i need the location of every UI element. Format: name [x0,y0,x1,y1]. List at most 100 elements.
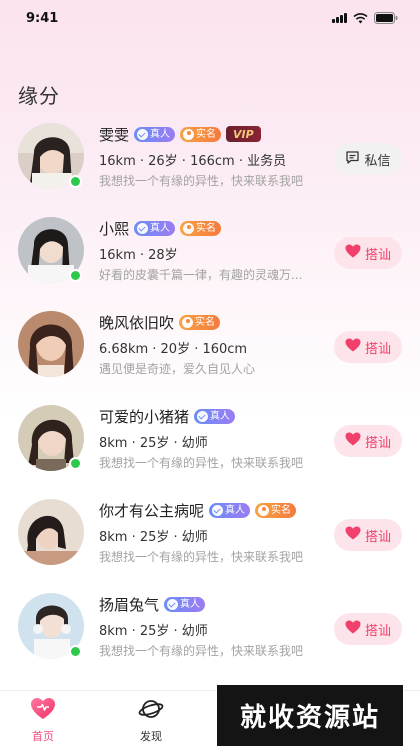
user-meta: 8km · 25岁 · 幼师 [99,624,208,639]
online-status-dot [69,175,82,188]
greet-button[interactable]: 搭讪 [334,519,402,551]
list-item[interactable]: 可爱的小猪猪 真人 8km · 25岁 · 幼师 我想找一个有缘的异性，快来联系我吧 搭… [0,400,420,494]
wifi-icon [353,12,368,24]
planet-icon [138,697,164,724]
badge-label: 真人 [150,128,171,140]
user-name: 可爱的小猪猪 [99,407,190,426]
avatar[interactable] [18,123,84,189]
user-name: 雯雯 [99,125,130,144]
list-item[interactable]: 小熙 真人 实名 16km · 28岁好看的皮囊千篇一律，有趣的灵魂万... 搭讪 [0,212,420,306]
user-name: 晚风依旧吹 [99,313,175,332]
action-label: 搭讪 [364,341,391,357]
name-line: 扬眉兔气 真人 [99,592,335,616]
person-icon [182,316,194,328]
heart-icon [345,526,361,544]
avatar[interactable] [18,217,84,283]
tab-home-label: 首页 [32,730,54,743]
user-bio: 我想找一个有缘的异性，快来联系我吧 [99,644,304,658]
user-info: 扬眉兔气 真人 8km · 25岁 · 幼师我想找一个有缘的异性，快来联系我吧 [99,592,335,659]
avatar-image [18,311,84,377]
verified-real-badge: 真人 [134,126,176,142]
watermark: 就收资源站 [217,685,403,746]
greet-button[interactable]: 搭讪 [334,331,402,363]
name-line: 小熙 真人 实名 [99,216,335,240]
name-line: 雯雯 真人 实名 VIP [99,122,335,146]
check-icon [212,504,224,516]
page-title: 缘分 [18,84,60,108]
status-time: 9:41 [26,10,59,26]
verified-real-badge: 真人 [209,502,251,518]
check-icon [167,598,179,610]
list-item[interactable]: 雯雯 真人 实名 VIP 16km · 26岁 · 166cm · 业务员我想找一个有缘… [0,118,420,212]
tab-home[interactable]: 首页 [8,697,78,744]
tab-discover[interactable]: 发现 [116,697,186,744]
user-meta: 8km · 25岁 · 幼师 [99,436,208,451]
user-list: 雯雯 真人 实名 VIP 16km · 26岁 · 166cm · 业务员 我想找一个有缘… [0,118,420,682]
badge-label: 实名 [196,128,217,140]
person-icon [258,504,270,516]
verified-name-badge: 实名 [255,502,297,518]
badge-label: 真人 [180,598,201,610]
badge-label: 实名 [195,316,216,328]
badge-label: 真人 [150,222,171,234]
user-name: 扬眉兔气 [99,595,160,614]
greet-button[interactable]: 搭讪 [334,237,402,269]
avatar[interactable] [18,311,84,377]
user-bio: 遇见便是奇迹，爱久自见人心 [99,362,256,376]
heart-icon [345,338,361,356]
avatar-image [18,499,84,565]
name-line: 你才有公主病呢 真人 实名 [99,498,335,522]
greet-button[interactable]: 搭讪 [334,425,402,457]
person-icon [183,128,195,140]
user-meta: 16km · 28岁 [99,248,178,263]
online-status-dot [69,269,82,282]
verified-real-badge: 真人 [134,220,176,236]
user-bio: 好看的皮囊千篇一律，有趣的灵魂万... [99,268,303,282]
badge-label: VIP [233,127,254,141]
user-meta: 16km · 26岁 · 166cm · 业务员 [99,154,287,169]
greet-button[interactable]: 搭讪 [334,613,402,645]
name-line: 可爱的小猪猪 真人 [99,404,335,428]
action-label: 搭讪 [364,435,391,451]
battery-icon [374,12,398,24]
status-icons [332,12,398,24]
user-name: 小熙 [99,219,130,238]
chat-bubble-icon [345,150,360,169]
badge-label: 真人 [225,504,246,516]
list-item[interactable]: 扬眉兔气 真人 8km · 25岁 · 幼师我想找一个有缘的异性，快来联系我吧 搭讪 [0,588,420,682]
verified-name-badge: 实名 [180,126,222,142]
action-label: 搭讪 [364,623,391,639]
message-button[interactable]: 私信 [334,143,402,175]
badge-label: 真人 [210,410,231,422]
avatar[interactable] [18,593,84,659]
list-item[interactable]: 晚风依旧吹 实名 6.68km · 20岁 · 160cm 遇见便是奇迹，爱久自见人心… [0,306,420,400]
user-info: 你才有公主病呢 真人 实名 8km · 25岁 · 幼师我想找一个有缘的异性，快来联系… [99,498,335,565]
user-info: 小熙 真人 实名 16km · 28岁好看的皮囊千篇一律，有趣的灵魂万... [99,216,335,283]
signal-icon [332,13,347,23]
badge-label: 实名 [196,222,217,234]
check-icon [137,128,149,140]
name-line: 晚风依旧吹 实名 [99,310,335,334]
check-icon [137,222,149,234]
avatar[interactable] [18,405,84,471]
online-status-dot [69,645,82,658]
user-info: 可爱的小猪猪 真人 8km · 25岁 · 幼师 我想找一个有缘的异性，快来联系我吧 [99,404,335,471]
user-bio: 我想找一个有缘的异性，快来联系我吧 [99,174,304,188]
tab-discover-label: 发现 [140,730,162,743]
home-heart-icon [30,697,56,724]
user-meta: 6.68km · 20岁 · 160cm [99,342,248,357]
action-label: 私信 [364,153,391,169]
verified-real-badge: 真人 [194,408,236,424]
user-info: 雯雯 真人 实名 VIP 16km · 26岁 · 166cm · 业务员我想找一个有缘… [99,122,335,189]
user-bio: 我想找一个有缘的异性，快来联系我吧 [99,550,304,564]
user-meta: 8km · 25岁 · 幼师 [99,530,208,545]
user-info: 晚风依旧吹 实名 6.68km · 20岁 · 160cm 遇见便是奇迹，爱久自见人心 [99,310,335,377]
avatar[interactable] [18,499,84,565]
action-label: 搭讪 [364,247,391,263]
action-label: 搭讪 [364,529,391,545]
verified-real-badge: 真人 [164,596,206,612]
heart-icon [345,432,361,450]
list-item[interactable]: 你才有公主病呢 真人 实名 8km · 25岁 · 幼师我想找一个有缘的异性，快来联系… [0,494,420,588]
status-bar: 9:41 [0,0,420,36]
user-name: 你才有公主病呢 [99,501,205,520]
